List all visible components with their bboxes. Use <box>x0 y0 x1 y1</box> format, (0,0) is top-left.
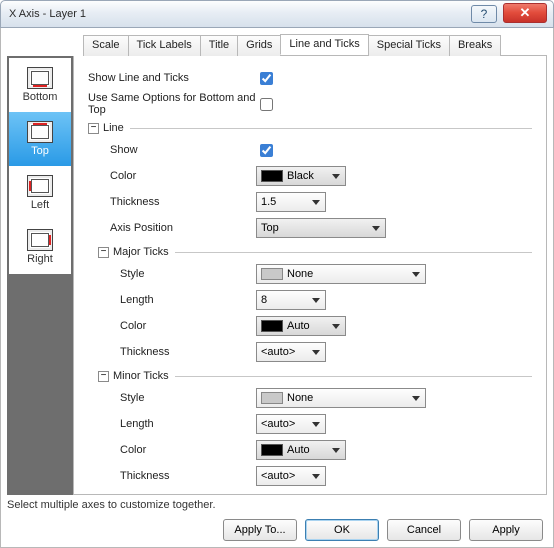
show-line-ticks-label: Show Line and Ticks <box>88 72 256 84</box>
major-length-combo[interactable]: 8 <box>256 290 326 310</box>
collapse-icon[interactable]: − <box>98 247 109 258</box>
minor-color-label: Color <box>88 444 256 456</box>
line-show-checkbox[interactable] <box>260 144 273 157</box>
tab-grids[interactable]: Grids <box>237 35 281 56</box>
group-line: − Line <box>88 120 532 136</box>
major-color-label: Color <box>88 320 256 332</box>
group-major-title: Major Ticks <box>113 246 169 258</box>
tab-breaks[interactable]: Breaks <box>449 35 501 56</box>
sidebar-item-left[interactable]: Left <box>9 166 71 220</box>
sidebar-item-bottom[interactable]: Bottom <box>9 58 71 112</box>
group-minor-ticks: − Minor Ticks <box>98 368 532 384</box>
group-minor-title: Minor Ticks <box>113 370 169 382</box>
sidebar-item-label: Left <box>31 199 49 211</box>
sidebar-item-label: Right <box>27 253 53 265</box>
button-row: Apply To... OK Cancel Apply <box>7 519 547 541</box>
sidebar-item-label: Top <box>31 145 49 157</box>
tab-special-ticks[interactable]: Special Ticks <box>368 35 450 56</box>
axis-position-label: Axis Position <box>88 222 256 234</box>
tab-scale[interactable]: Scale <box>83 35 129 56</box>
ok-button[interactable]: OK <box>305 519 379 541</box>
collapse-icon[interactable]: − <box>98 371 109 382</box>
major-thickness-label: Thickness <box>88 346 256 358</box>
settings-panel: Show Line and Ticks Use Same Options for… <box>73 56 547 495</box>
major-color-combo[interactable]: Auto <box>256 316 346 336</box>
minor-color-combo[interactable]: Auto <box>256 440 346 460</box>
line-color-label: Color <box>88 170 256 182</box>
major-thickness-combo[interactable]: <auto> <box>256 342 326 362</box>
chevron-down-icon <box>409 267 423 281</box>
apply-button[interactable]: Apply <box>469 519 543 541</box>
titlebar: X Axis - Layer 1 ? ✕ <box>0 0 554 28</box>
line-color-combo[interactable]: Black <box>256 166 346 186</box>
cancel-button[interactable]: Cancel <box>387 519 461 541</box>
tab-tick-labels[interactable]: Tick Labels <box>128 35 201 56</box>
minor-length-label: Length <box>88 418 256 430</box>
chevron-down-icon <box>369 221 383 235</box>
line-thickness-label: Thickness <box>88 196 256 208</box>
minor-style-combo[interactable]: None <box>256 388 426 408</box>
group-line-title: Line <box>103 122 124 134</box>
axis-top-icon <box>27 121 53 143</box>
apply-to-button[interactable]: Apply To... <box>223 519 297 541</box>
chevron-down-icon <box>329 169 343 183</box>
chevron-down-icon <box>309 195 323 209</box>
axis-right-icon <box>27 229 53 251</box>
chevron-down-icon <box>309 417 323 431</box>
chevron-down-icon <box>309 469 323 483</box>
minor-thickness-label: Thickness <box>88 470 256 482</box>
use-same-options-checkbox[interactable] <box>260 98 273 111</box>
axis-position-combo[interactable]: Top <box>256 218 386 238</box>
tab-row: Scale Tick Labels Title Grids Line and T… <box>83 34 547 56</box>
major-style-combo[interactable]: None <box>256 264 426 284</box>
chevron-down-icon <box>309 293 323 307</box>
use-same-options-label: Use Same Options for Bottom and Top <box>88 92 256 116</box>
show-line-ticks-checkbox[interactable] <box>260 72 273 85</box>
hint-text: Select multiple axes to customize togeth… <box>7 499 547 511</box>
minor-length-combo[interactable]: <auto> <box>256 414 326 434</box>
major-style-label: Style <box>88 268 256 280</box>
axis-left-icon <box>27 175 53 197</box>
chevron-down-icon <box>409 391 423 405</box>
axis-bottom-icon <box>27 67 53 89</box>
line-thickness-combo[interactable]: 1.5 <box>256 192 326 212</box>
help-button[interactable]: ? <box>471 5 497 23</box>
chevron-down-icon <box>329 443 343 457</box>
close-button[interactable]: ✕ <box>503 3 547 23</box>
minor-style-label: Style <box>88 392 256 404</box>
dialog-body: Scale Tick Labels Title Grids Line and T… <box>0 28 554 548</box>
axis-sidebar: Bottom Top Left Right <box>7 56 73 495</box>
tab-line-and-ticks[interactable]: Line and Ticks <box>280 34 368 55</box>
sidebar-item-top[interactable]: Top <box>9 112 71 166</box>
chevron-down-icon <box>329 319 343 333</box>
minor-thickness-combo[interactable]: <auto> <box>256 466 326 486</box>
sidebar-item-label: Bottom <box>23 91 58 103</box>
collapse-icon[interactable]: − <box>88 123 99 134</box>
window-title: X Axis - Layer 1 <box>9 8 86 20</box>
chevron-down-icon <box>309 345 323 359</box>
group-major-ticks: − Major Ticks <box>98 244 532 260</box>
sidebar-item-right[interactable]: Right <box>9 220 71 274</box>
major-length-label: Length <box>88 294 256 306</box>
tab-title[interactable]: Title <box>200 35 238 56</box>
line-show-label: Show <box>88 144 256 156</box>
